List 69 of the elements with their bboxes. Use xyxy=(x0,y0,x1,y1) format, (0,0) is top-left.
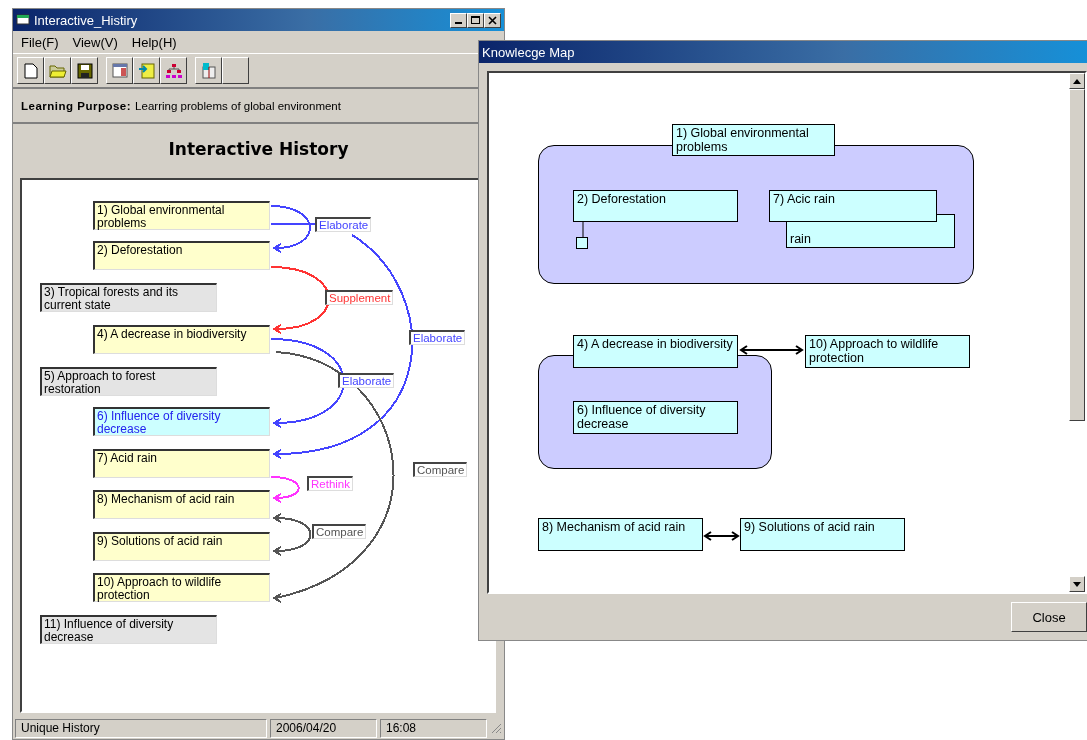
history-node[interactable]: 2) Deforestation xyxy=(93,241,270,270)
history-node[interactable]: 9) Solutions of acid rain xyxy=(93,532,270,561)
history-node[interactable]: 8) Mechanism of acid rain xyxy=(93,490,270,519)
history-node[interactable]: 1) Global environmental problems xyxy=(93,201,270,230)
history-heading: Interactive History xyxy=(167,138,350,161)
map-node[interactable]: 2) Deforestation xyxy=(573,190,738,222)
link-label: Elaborate xyxy=(315,217,372,232)
scroll-down-button[interactable] xyxy=(1069,576,1085,592)
minimize-button[interactable] xyxy=(450,12,467,28)
double-arrow xyxy=(739,345,804,355)
toolbar-button[interactable] xyxy=(106,57,133,84)
down-arrow-icon xyxy=(1073,581,1081,587)
minimize-icon xyxy=(455,21,462,24)
menu-item[interactable]: Help(H) xyxy=(131,34,177,50)
close-button[interactable] xyxy=(484,12,501,28)
map-node[interactable]: 7) Acic rain xyxy=(769,190,937,222)
link-label: Compare xyxy=(413,462,468,477)
link-label: Elaborate xyxy=(338,373,395,388)
map-node[interactable]: 10) Approach to wildlife protection xyxy=(805,335,970,368)
double-arrow xyxy=(703,531,740,541)
toolbar-button[interactable] xyxy=(222,57,249,84)
toolbar-button[interactable] xyxy=(71,57,98,84)
scroll-thumb[interactable] xyxy=(1069,89,1085,421)
window-title: Knowlecge Map xyxy=(482,44,575,60)
connector-line xyxy=(582,221,584,238)
history-node[interactable]: 10) Approach to wildlife protection xyxy=(93,573,270,602)
scroll-up-button[interactable] xyxy=(1069,73,1085,89)
status-cell: 16:08 xyxy=(380,718,487,738)
folder-icon xyxy=(48,63,67,78)
up-arrow-icon xyxy=(1073,78,1081,84)
maximize-button[interactable] xyxy=(467,12,484,28)
toolbar-button[interactable] xyxy=(160,57,187,84)
link-label: Compare xyxy=(312,524,367,539)
status-cell: 2006/04/20 xyxy=(270,718,377,738)
resize-grip-icon xyxy=(490,722,502,734)
app-icon xyxy=(16,14,30,26)
status-cell: Unique History xyxy=(15,718,267,738)
map-node[interactable]: 6) Influence of diversity decrease xyxy=(573,401,738,434)
network-icon xyxy=(164,62,183,79)
map-node[interactable]: 4) A decrease in biodiversity xyxy=(573,335,738,368)
window-icon xyxy=(111,63,128,78)
purpose-label: Learning Purpose: xyxy=(21,99,132,112)
toolbar-button[interactable] xyxy=(17,57,44,84)
map-node[interactable]: 9) Solutions of acid rain xyxy=(740,518,905,551)
close-button[interactable]: Close xyxy=(1011,602,1087,632)
history-node[interactable]: 6) Influence of diversity decrease xyxy=(93,407,270,436)
map-node[interactable]: 1) Global environmental problems xyxy=(672,124,835,156)
link-label: Supplement xyxy=(325,290,394,305)
maximize-icon xyxy=(470,15,481,25)
menu-item[interactable]: View(V) xyxy=(72,34,118,50)
history-node[interactable]: 7) Acid rain xyxy=(93,449,270,478)
node-handle[interactable] xyxy=(576,237,588,249)
toolbar-button[interactable] xyxy=(44,57,71,84)
history-node[interactable]: 3) Tropical forests and its current state xyxy=(40,283,217,312)
menu-item[interactable]: File(F) xyxy=(21,34,59,50)
book-icon xyxy=(199,62,218,79)
toolbar-button[interactable] xyxy=(133,57,160,84)
close-icon xyxy=(487,15,498,25)
link-label: Elaborate xyxy=(409,330,466,345)
toolbar-button[interactable] xyxy=(195,57,222,84)
note-icon xyxy=(137,62,156,79)
link-label: Rethink xyxy=(307,476,353,491)
history-node[interactable]: 11) Influence of diversity decrease xyxy=(40,615,217,644)
window-title: Interactive_Histiry xyxy=(34,12,138,28)
history-node[interactable]: 4) A decrease in biodiversity xyxy=(93,325,270,354)
purpose-text: Learring problems of global environment xyxy=(135,99,341,112)
history-node[interactable]: 5) Approach to forest restoration xyxy=(40,367,217,396)
document-icon xyxy=(23,62,38,79)
map-node[interactable]: 8) Mechanism of acid rain xyxy=(538,518,703,551)
